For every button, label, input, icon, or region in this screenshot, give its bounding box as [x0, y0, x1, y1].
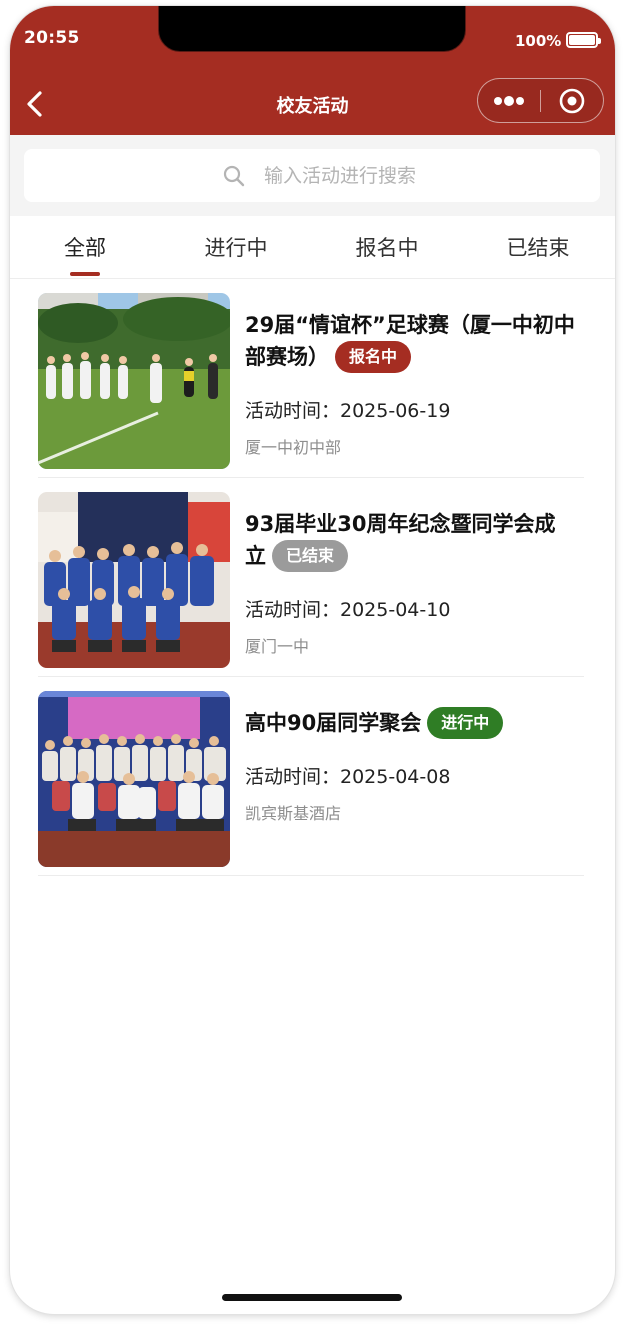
more-dots-icon	[494, 96, 524, 106]
status-time: 20:55	[24, 28, 80, 48]
close-button[interactable]	[541, 79, 603, 122]
device-notch	[158, 6, 466, 52]
more-button[interactable]	[478, 79, 540, 122]
event-location: 厦一中初中部	[245, 438, 342, 457]
status-badge: 报名中	[335, 341, 412, 373]
battery-icon	[566, 32, 601, 48]
event-title-text: 高中90届同学聚会	[245, 711, 422, 735]
tab-ended[interactable]: 已结束	[483, 232, 593, 262]
event-item[interactable]: 93届毕业30周年纪念暨同学会成立 已结束 活动时间：2025-04-10 厦门一…	[38, 478, 584, 677]
event-photo	[38, 691, 230, 867]
active-tab-indicator	[70, 272, 100, 276]
search-icon	[223, 165, 245, 187]
event-photo	[38, 492, 230, 668]
search-input[interactable]	[264, 161, 564, 191]
battery-level: 100%	[515, 32, 562, 50]
close-circle-icon	[559, 88, 585, 114]
event-title: 高中90届同学聚会 进行中	[245, 707, 575, 739]
event-time: 活动时间：2025-04-08	[245, 766, 451, 788]
event-location: 凯宾斯基酒店	[245, 804, 342, 823]
event-time: 活动时间：2025-06-19	[245, 400, 451, 422]
event-title: 29届“情谊杯”足球赛（厦一中初中部赛场） 报名中	[245, 309, 575, 373]
status-tabs: 全部 进行中 报名中 已结束	[10, 216, 615, 279]
mini-program-capsule	[477, 78, 604, 123]
status-badge: 进行中	[427, 707, 504, 739]
event-location: 厦门一中	[245, 637, 310, 656]
event-title: 93届毕业30周年纪念暨同学会成立 已结束	[245, 508, 575, 572]
home-indicator[interactable]	[222, 1294, 402, 1301]
tab-all[interactable]: 全部	[30, 232, 140, 262]
top-bar: 20:55 100% 校友活动	[10, 6, 615, 135]
phone-screen: 20:55 100% 校友活动 输入活动进行搜索 全部 进行中 报名中 已结束 …	[10, 6, 615, 1314]
event-photo	[38, 293, 230, 469]
event-item[interactable]: 高中90届同学聚会 进行中 活动时间：2025-04-08 凯宾斯基酒店	[38, 677, 584, 876]
tab-registering[interactable]: 报名中	[332, 232, 442, 262]
status-badge: 已结束	[272, 540, 349, 572]
event-item[interactable]: 29届“情谊杯”足球赛（厦一中初中部赛场） 报名中 活动时间：2025-06-19…	[38, 279, 584, 478]
event-time: 活动时间：2025-04-10	[245, 599, 451, 621]
search-area	[10, 135, 615, 216]
tab-ongoing[interactable]: 进行中	[181, 232, 291, 262]
search-box[interactable]	[24, 149, 600, 202]
